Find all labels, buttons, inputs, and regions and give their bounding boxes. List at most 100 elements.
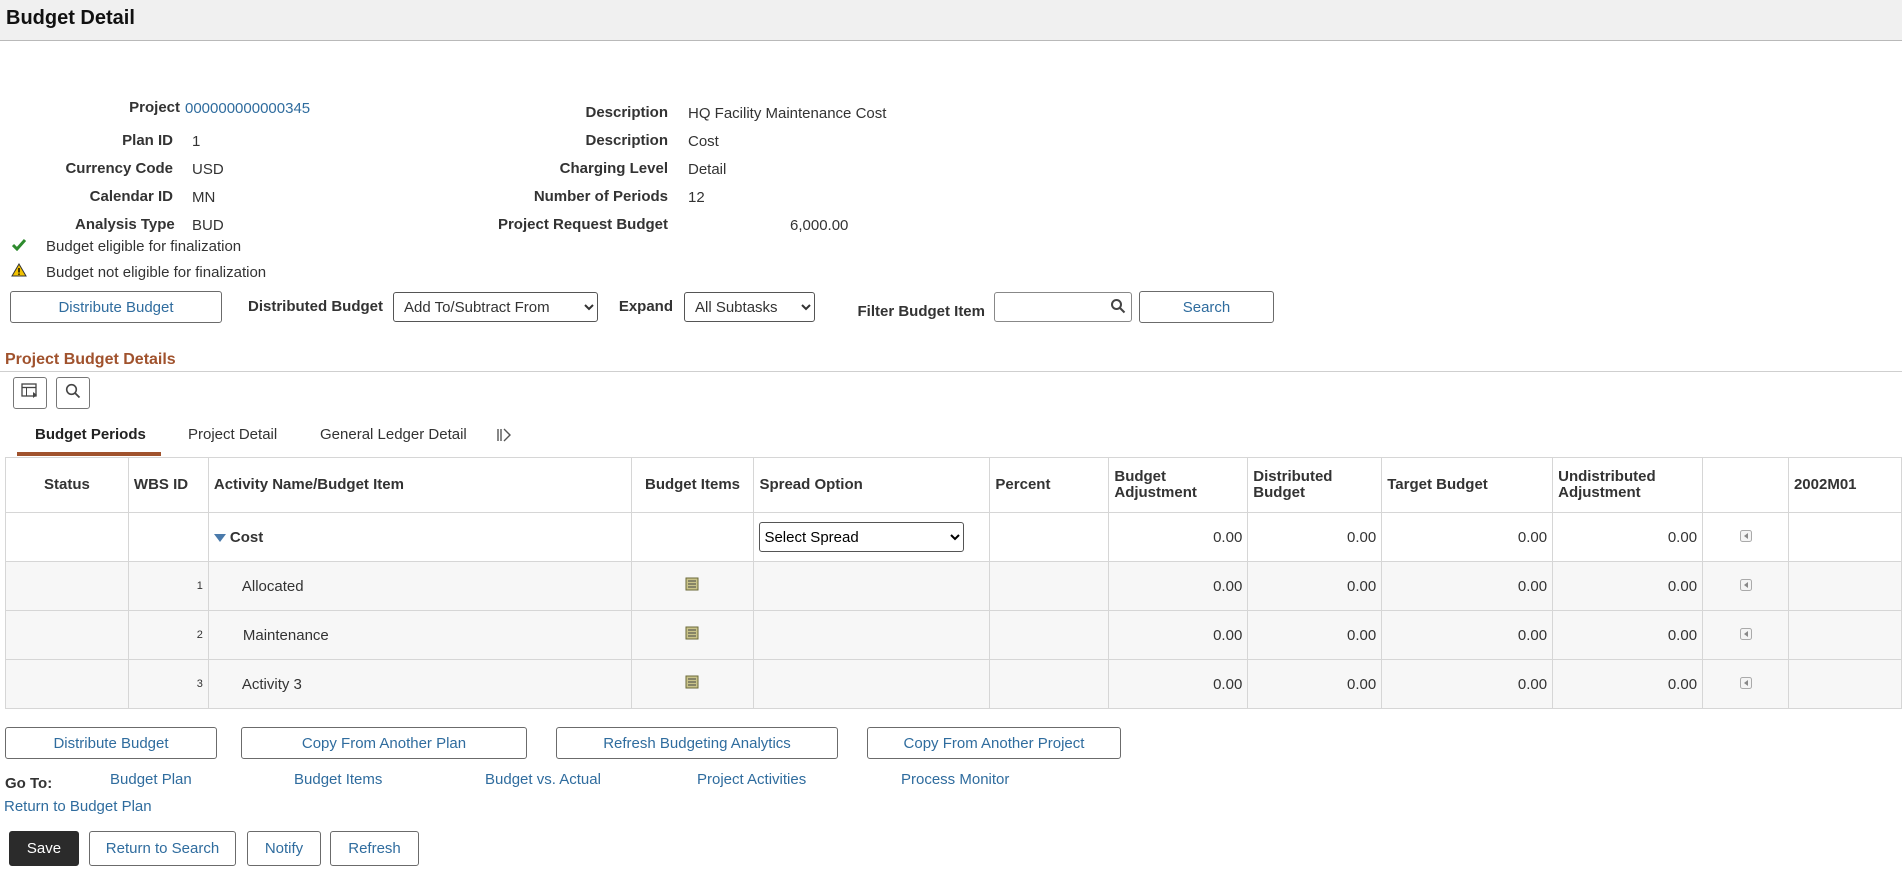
cell-percent — [989, 659, 1110, 709]
cell-wbs: 3 — [127, 659, 209, 709]
tab-general-ledger-detail[interactable]: General Ledger Detail — [320, 420, 467, 456]
eligible-text: Budget eligible for finalization — [46, 238, 242, 255]
cell-undist: 0.00 — [1552, 561, 1704, 611]
cell-target: 0.00 — [1381, 512, 1554, 562]
request-budget-value: 6,000.00 — [790, 217, 849, 234]
goto-project-activities-link[interactable]: Project Activities — [697, 771, 806, 788]
cell-activity: Cost — [207, 512, 632, 562]
description2-value: Cost — [688, 133, 719, 150]
section-divider — [0, 371, 1902, 372]
eligible-message: Budget eligible for finalization — [10, 238, 241, 255]
cell-spread: Select Spread — [753, 512, 991, 562]
currency-label: Currency Code — [65, 160, 173, 177]
cell-undist: 0.00 — [1552, 659, 1704, 709]
cell-wbs: 1 — [127, 561, 209, 611]
cell-wbs — [127, 512, 209, 562]
col-wbs-id[interactable]: WBS ID — [127, 457, 209, 513]
cell-target: 0.00 — [1381, 659, 1554, 709]
calendar-value: MN — [192, 189, 216, 206]
collapse-column-icon[interactable] — [1739, 676, 1752, 693]
section-title: Project Budget Details — [5, 351, 176, 368]
budget-items-icon[interactable] — [685, 675, 699, 693]
col-budget-adjustment[interactable]: Budget Adjustment — [1108, 457, 1249, 513]
col-empty — [1702, 457, 1789, 513]
goto-process-monitor-link[interactable]: Process Monitor — [901, 771, 1009, 788]
cell-percent — [989, 512, 1110, 562]
col-budget-items[interactable]: Budget Items — [630, 457, 755, 513]
personalize-grid-button[interactable] — [13, 377, 47, 409]
return-to-search-button[interactable]: Return to Search — [89, 831, 236, 866]
goto-budget-vs-actual-link[interactable]: Budget vs. Actual — [485, 771, 601, 788]
cell-dist: 0.00 — [1247, 561, 1383, 611]
cell-period — [1787, 512, 1902, 562]
budget-items-icon[interactable] — [685, 577, 699, 595]
collapse-triangle-icon[interactable] — [213, 529, 226, 546]
periods-value: 12 — [688, 189, 705, 206]
cell-adj: 0.00 — [1108, 659, 1249, 709]
parent-activity-name: Cost — [229, 528, 264, 546]
budget-items-icon[interactable] — [685, 626, 699, 644]
cell-budget-items — [630, 561, 755, 611]
goto-budget-plan-link[interactable]: Budget Plan — [110, 771, 192, 788]
col-distributed-budget[interactable]: Distributed Budget — [1247, 457, 1383, 513]
cell-status — [5, 659, 129, 709]
return-to-budget-plan-link[interactable]: Return to Budget Plan — [4, 798, 152, 815]
spread-option-select[interactable]: Select Spread — [759, 522, 965, 552]
col-undistributed-adjustment[interactable]: Undistributed Adjustment — [1552, 457, 1704, 513]
refresh-analytics-button[interactable]: Refresh Budgeting Analytics — [556, 727, 838, 759]
collapse-column-icon[interactable] — [1739, 578, 1752, 595]
refresh-button[interactable]: Refresh — [330, 831, 419, 866]
charging-level-label: Charging Level — [559, 160, 668, 177]
distribute-budget-button[interactable]: Distribute Budget — [10, 291, 222, 323]
project-label: Project — [129, 99, 180, 116]
copy-from-project-button[interactable]: Copy From Another Project — [867, 727, 1121, 759]
collapse-column-icon[interactable] — [1739, 627, 1752, 644]
copy-from-plan-button[interactable]: Copy From Another Plan — [241, 727, 527, 759]
search-button[interactable]: Search — [1139, 291, 1274, 323]
collapse-column-icon[interactable] — [1739, 529, 1752, 546]
cell-collapse — [1702, 561, 1789, 611]
col-target-budget[interactable]: Target Budget — [1381, 457, 1554, 513]
cell-budget-items — [630, 659, 755, 709]
cell-collapse — [1702, 512, 1789, 562]
request-budget-label: Project Request Budget — [497, 216, 668, 233]
notify-button[interactable]: Notify — [247, 831, 321, 866]
filter-budget-item-field[interactable] — [994, 292, 1132, 322]
project-link[interactable]: 000000000000345 — [185, 100, 310, 117]
find-in-grid-button[interactable] — [56, 377, 90, 409]
cell-spread — [753, 561, 991, 611]
cell-target: 0.00 — [1381, 610, 1554, 660]
table-row: 2 Maintenance 0.00 0.00 0.00 0.00 — [5, 610, 1902, 660]
description-label: Description — [585, 104, 668, 121]
col-period-2002m01[interactable]: 2002M01 — [1787, 457, 1902, 513]
cell-adj: 0.00 — [1108, 610, 1249, 660]
col-undistributed-line2: Adjustment — [1558, 484, 1641, 501]
tab-budget-periods[interactable]: Budget Periods — [17, 420, 161, 456]
plan-id-value: 1 — [192, 133, 201, 150]
goto-label: Go To: — [5, 775, 53, 792]
checkmark-icon — [10, 238, 28, 255]
show-all-columns-icon[interactable] — [497, 420, 511, 456]
distributed-budget-select[interactable]: Add To/Subtract From — [393, 292, 598, 322]
search-icon[interactable] — [1110, 298, 1126, 318]
col-percent[interactable]: Percent — [989, 457, 1110, 513]
cell-dist: 0.00 — [1247, 659, 1383, 709]
col-activity-name[interactable]: Activity Name/Budget Item — [207, 457, 632, 513]
page-header: Budget Detail — [0, 0, 1902, 41]
distribute-budget-bottom-button[interactable]: Distribute Budget — [5, 727, 217, 759]
analysis-value: BUD — [192, 217, 224, 234]
cell-wbs: 2 — [127, 610, 209, 660]
goto-budget-items-link[interactable]: Budget Items — [294, 771, 382, 788]
col-undistributed-line1: Undistributed — [1558, 468, 1656, 485]
grid-settings-icon — [21, 383, 39, 403]
col-spread-option[interactable]: Spread Option — [753, 457, 991, 513]
cell-spread — [753, 610, 991, 660]
col-status[interactable]: Status — [5, 457, 129, 513]
expand-select[interactable]: All Subtasks — [684, 292, 815, 322]
periods-label: Number of Periods — [533, 188, 668, 205]
cell-budget-items — [630, 610, 755, 660]
tab-project-detail[interactable]: Project Detail — [188, 420, 277, 456]
table-row-parent: Cost Select Spread 0.00 0.00 0.00 0.00 — [5, 512, 1902, 562]
save-button[interactable]: Save — [9, 831, 79, 866]
cell-spread — [753, 659, 991, 709]
